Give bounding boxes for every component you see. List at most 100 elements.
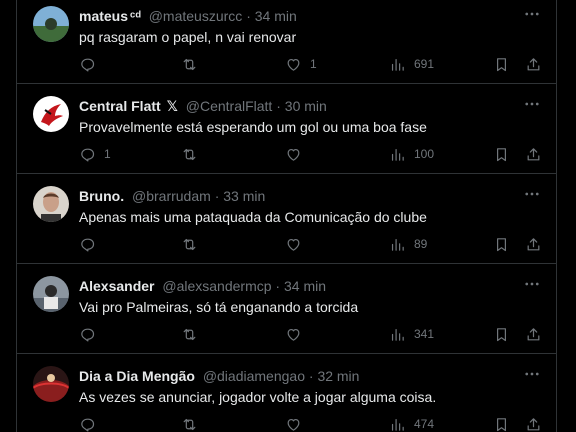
retweet-button[interactable] bbox=[181, 234, 206, 254]
bookmark-icon bbox=[497, 57, 506, 71]
retweet-icon bbox=[183, 238, 196, 250]
share-button[interactable] bbox=[525, 414, 542, 432]
views-icon bbox=[391, 418, 404, 431]
view-count: 341 bbox=[414, 327, 435, 341]
share-icon bbox=[527, 57, 540, 70]
tweet-text: pq rasgaram o papel, n vai renovar bbox=[79, 29, 297, 45]
share-icon bbox=[527, 417, 540, 430]
share-icon bbox=[527, 147, 540, 160]
share-icon bbox=[527, 327, 540, 340]
reply-count: 1 bbox=[104, 147, 111, 161]
bookmark-button[interactable] bbox=[493, 324, 510, 344]
share-button[interactable] bbox=[525, 234, 542, 254]
avatar[interactable] bbox=[33, 186, 69, 222]
retweet-icon bbox=[183, 418, 196, 430]
share-button[interactable] bbox=[525, 144, 542, 164]
more-icon[interactable] bbox=[520, 364, 544, 384]
timestamp[interactable]: 32 min bbox=[317, 368, 359, 384]
more-icon[interactable] bbox=[520, 4, 544, 24]
reply-button[interactable] bbox=[79, 234, 104, 254]
tweet-actions: 1 691 bbox=[79, 54, 545, 74]
author-handle[interactable]: @CentralFlatt bbox=[186, 98, 273, 114]
bookmark-icon bbox=[497, 417, 506, 431]
avatar[interactable] bbox=[33, 6, 69, 42]
retweet-button[interactable] bbox=[181, 54, 206, 74]
retweet-button[interactable] bbox=[181, 324, 206, 344]
like-button[interactable]: 1 bbox=[285, 54, 317, 74]
reply-button[interactable]: 1 bbox=[79, 144, 111, 164]
timestamp[interactable]: 34 min bbox=[255, 8, 297, 24]
view-count: 100 bbox=[414, 147, 435, 161]
author-name[interactable]: Central Flatt bbox=[79, 98, 161, 114]
views-icon bbox=[391, 58, 404, 71]
tweet[interactable]: Central Flatt 𝕏 @CentralFlatt · 30 min P… bbox=[17, 84, 556, 174]
timeline: mateus ᶜᵈ @mateuszurcc · 34 min pq rasgar… bbox=[16, 0, 557, 432]
author-handle[interactable]: @brarrudam bbox=[132, 188, 211, 204]
tweet-text: Vai pro Palmeiras, só tá enganando a tor… bbox=[79, 299, 359, 315]
reply-icon bbox=[81, 418, 95, 431]
more-icon[interactable] bbox=[520, 94, 544, 114]
retweet-button[interactable] bbox=[181, 144, 206, 164]
tweet-header: Central Flatt 𝕏 @CentralFlatt · 30 min bbox=[79, 97, 516, 115]
tweet[interactable]: mateus ᶜᵈ @mateuszurcc · 34 min pq rasgar… bbox=[17, 0, 556, 84]
author-handle[interactable]: @mateuszurcc bbox=[149, 8, 243, 24]
like-count: 1 bbox=[310, 57, 317, 71]
tweet-text: Apenas mais uma pataquada da Comunicação… bbox=[79, 209, 427, 225]
share-button[interactable] bbox=[525, 54, 542, 74]
avatar[interactable] bbox=[33, 366, 69, 402]
view-count: 474 bbox=[414, 417, 435, 431]
share-button[interactable] bbox=[525, 324, 542, 344]
separator-dot: · bbox=[276, 98, 281, 114]
more-icon[interactable] bbox=[520, 184, 544, 204]
retweet-icon bbox=[183, 148, 196, 160]
bookmark-button[interactable] bbox=[493, 144, 510, 164]
bookmark-button[interactable] bbox=[493, 234, 510, 254]
like-button[interactable] bbox=[285, 414, 310, 432]
avatar[interactable] bbox=[33, 276, 69, 312]
author-handle[interactable]: @diadiamengao bbox=[203, 368, 305, 384]
bookmark-icon bbox=[497, 237, 506, 251]
author-name[interactable]: Alexsander bbox=[79, 278, 154, 294]
retweet-button[interactable] bbox=[181, 414, 206, 432]
author-handle[interactable]: @alexsandermcp bbox=[162, 278, 271, 294]
views-button[interactable]: 89 bbox=[389, 234, 427, 254]
reply-icon bbox=[81, 58, 95, 71]
views-button[interactable]: 474 bbox=[389, 414, 434, 432]
reply-button[interactable] bbox=[79, 324, 104, 344]
more-icon[interactable] bbox=[520, 274, 544, 294]
heart-icon bbox=[287, 148, 300, 161]
views-button[interactable]: 100 bbox=[389, 144, 434, 164]
tweet[interactable]: Bruno. @brarrudam · 33 min Apenas mais u… bbox=[17, 174, 556, 264]
retweet-icon bbox=[183, 58, 196, 70]
author-name[interactable]: Bruno. bbox=[79, 188, 124, 204]
views-button[interactable]: 691 bbox=[389, 54, 434, 74]
reply-button[interactable] bbox=[79, 414, 104, 432]
tweet-header: Dia a Dia Mengão @diadiamengao · 32 min bbox=[79, 367, 516, 385]
bookmark-button[interactable] bbox=[493, 414, 510, 432]
avatar[interactable] bbox=[33, 96, 69, 132]
tweet-actions: 474 bbox=[79, 414, 545, 432]
bookmark-icon bbox=[497, 147, 506, 161]
heart-icon bbox=[287, 328, 300, 341]
timestamp[interactable]: 33 min bbox=[223, 188, 265, 204]
like-button[interactable] bbox=[285, 144, 310, 164]
name-badge: 𝕏 bbox=[166, 98, 178, 114]
author-name[interactable]: mateus bbox=[79, 8, 128, 24]
tweet-actions: 1 100 bbox=[79, 144, 545, 164]
tweet[interactable]: Alexsander @alexsandermcp · 34 min Vai p… bbox=[17, 264, 556, 354]
like-button[interactable] bbox=[285, 234, 310, 254]
retweet-icon bbox=[183, 328, 196, 340]
like-button[interactable] bbox=[285, 324, 310, 344]
timestamp[interactable]: 34 min bbox=[284, 278, 326, 294]
view-count: 89 bbox=[414, 237, 428, 251]
separator-dot: · bbox=[214, 188, 220, 204]
author-name[interactable]: Dia a Dia Mengão bbox=[79, 368, 195, 384]
tweet[interactable]: Dia a Dia Mengão @diadiamengao · 32 min … bbox=[17, 354, 556, 432]
tweet-actions: 89 bbox=[79, 234, 545, 254]
bookmark-button[interactable] bbox=[493, 54, 510, 74]
reply-button[interactable] bbox=[79, 54, 104, 74]
views-icon bbox=[391, 238, 404, 251]
views-button[interactable]: 341 bbox=[389, 324, 434, 344]
reply-icon bbox=[81, 148, 95, 161]
timestamp[interactable]: 30 min bbox=[285, 98, 327, 114]
